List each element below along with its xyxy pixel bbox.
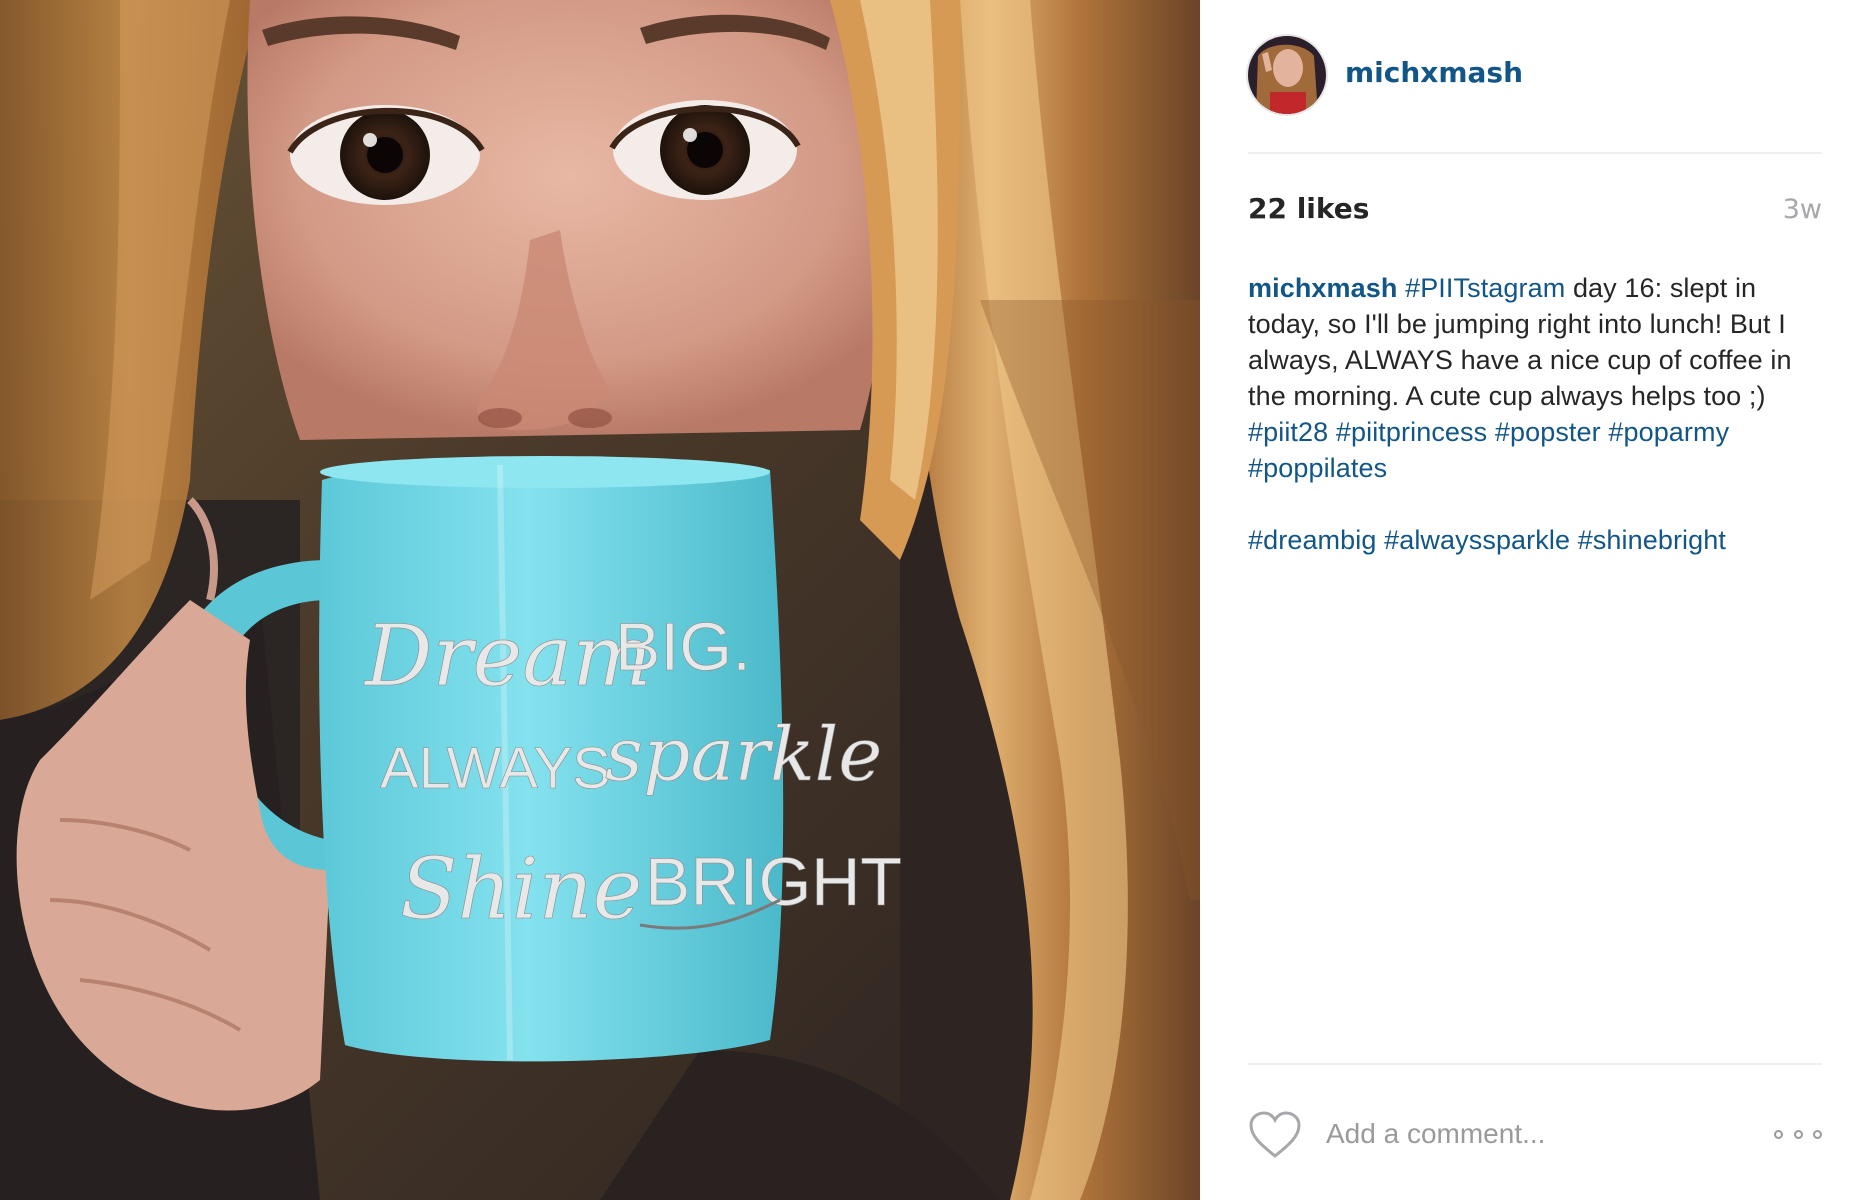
mug-text-bright: BRIGHT [645, 844, 902, 920]
post-photo[interactable]: Dream BIG. ALWAYS sparkle Shine BRIGHT [0, 0, 1200, 1200]
caption-paragraph: michxmash #PIITstagram day 16: slept in … [1248, 270, 1832, 486]
avatar-image [1248, 36, 1326, 114]
likes-count[interactable]: 22 likes [1248, 192, 1369, 225]
hashtag-link[interactable]: #PIITstagram [1405, 273, 1565, 303]
post-sidebar: michxmash 22 likes 3w michxmash #PIITsta… [1200, 0, 1872, 1200]
post-meta: 22 likes 3w [1248, 192, 1822, 232]
hashtag-link[interactable]: #alwayssparkle [1384, 525, 1570, 555]
hashtag-link[interactable]: #dreambig [1248, 525, 1376, 555]
post-caption: michxmash #PIITstagram day 16: slept in … [1248, 270, 1832, 594]
caption-hashtags: #dreambig #alwayssparkle #shinebright [1248, 522, 1832, 558]
comment-input[interactable] [1326, 1111, 1746, 1157]
hashtag-link[interactable]: #popster [1495, 417, 1601, 447]
mug-text-shine: Shine [400, 840, 642, 938]
hashtag-link[interactable]: #poppilates [1248, 453, 1387, 483]
dot-icon [1813, 1129, 1822, 1139]
avatar[interactable] [1248, 36, 1326, 114]
mug-text-sparkle: sparkle [605, 712, 882, 798]
hashtag-link[interactable]: #piit28 [1248, 417, 1328, 447]
hashtag-link[interactable]: #piitprincess [1336, 417, 1487, 447]
username-link[interactable]: michxmash [1345, 56, 1523, 89]
hashtag-link[interactable]: #shinebright [1578, 525, 1726, 555]
post-timestamp[interactable]: 3w [1783, 194, 1822, 225]
post-footer [1248, 1063, 1822, 1200]
mug-text-dream: Dream [363, 607, 652, 705]
post-view: Dream BIG. ALWAYS sparkle Shine BRIGHT m… [0, 0, 1872, 1200]
photo-illustration: Dream BIG. ALWAYS sparkle Shine BRIGHT [0, 0, 1200, 1200]
heart-icon[interactable] [1248, 1111, 1302, 1159]
mug-text-big: BIG. [615, 609, 751, 685]
post-header: michxmash [1248, 36, 1822, 154]
caption-username-link[interactable]: michxmash [1248, 273, 1397, 303]
mug-text-always: ALWAYS [380, 736, 611, 801]
dot-icon [1793, 1129, 1803, 1139]
more-options-icon[interactable] [1774, 1125, 1822, 1143]
hashtag-link[interactable]: #poparmy [1608, 417, 1729, 447]
dot-icon [1774, 1129, 1783, 1139]
